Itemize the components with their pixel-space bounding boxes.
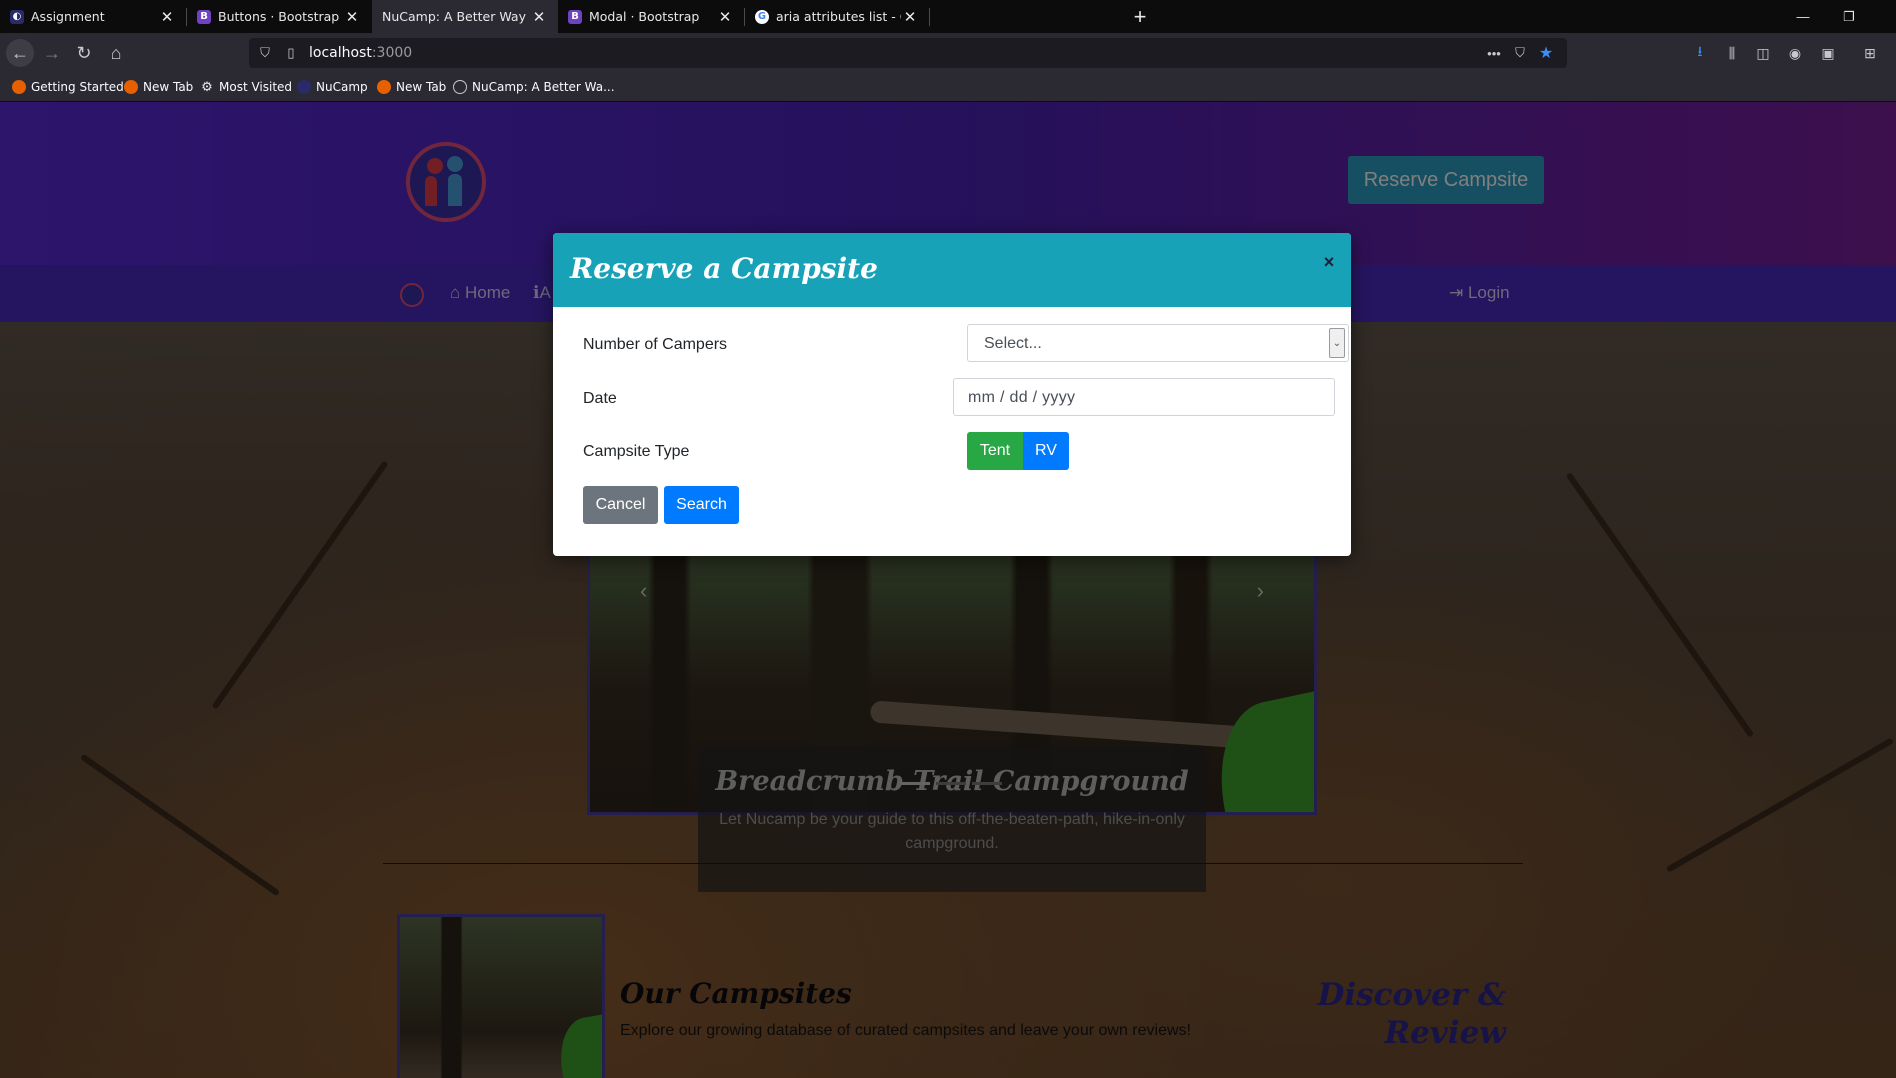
account-icon[interactable]: ▣ (1818, 43, 1838, 63)
restore-icon[interactable]: ❐ (1826, 0, 1872, 33)
date-label: Date (583, 390, 617, 407)
bookmark-label: NuCamp: A Better Wa... (472, 80, 615, 94)
bookmark-label: Getting Started (31, 80, 124, 94)
extensions-menu-icon[interactable]: ⊞ (1860, 43, 1880, 63)
bookmark-label: Most Visited (219, 80, 293, 94)
bookmark-new-tab-2[interactable]: New Tab (377, 80, 446, 94)
tab-modal-bootstrap[interactable]: B Modal · Bootstrap ✕ (558, 0, 744, 33)
more-actions-icon[interactable]: ••• (1486, 45, 1502, 61)
cancel-button[interactable]: Cancel (583, 486, 658, 524)
bookmark-label: New Tab (143, 80, 194, 94)
search-button[interactable]: Search (664, 486, 739, 524)
campsite-type-rv-toggle[interactable]: RV (1023, 432, 1069, 470)
close-tab-icon[interactable]: ✕ (158, 8, 176, 26)
firefox-icon (124, 80, 138, 94)
home-icon[interactable]: ⌂ (102, 39, 130, 67)
close-tab-icon[interactable]: ✕ (530, 8, 548, 26)
bookmark-star-icon[interactable]: ★ (1538, 45, 1554, 62)
nucamp-favicon-icon: ◐ (10, 9, 24, 24)
bookmark-new-tab[interactable]: New Tab (124, 80, 193, 94)
firefox-icon (12, 80, 26, 94)
tab-divider (929, 8, 930, 26)
tab-nucamp-active[interactable]: NuCamp: A Better Way To Camp ✕ (372, 0, 558, 33)
shield-icon[interactable]: ⛉ (257, 45, 273, 61)
firefox-icon (377, 80, 391, 94)
date-placeholder: mm / dd / yyyy (968, 389, 1076, 406)
bootstrap-favicon-icon: B (197, 9, 211, 24)
url-port: :3000 (371, 45, 413, 61)
forward-arrow-icon[interactable]: → (38, 39, 66, 67)
campers-select-value: Select... (984, 335, 1042, 352)
pocket-icon[interactable]: ⛉ (1512, 45, 1528, 61)
campsite-type-label: Campsite Type (583, 443, 690, 460)
close-icon[interactable]: × (1318, 251, 1340, 273)
globe-icon (453, 80, 467, 94)
tab-title: Assignment (31, 9, 105, 24)
tab-title: Modal · Bootstrap (589, 9, 700, 24)
url-text[interactable]: localhost:3000 (309, 45, 412, 61)
library-icon[interactable]: ⫼ (1722, 43, 1742, 63)
close-tab-icon[interactable]: ✕ (901, 8, 919, 26)
web-page: Reserve Campsite ⌂ Home ℹA ⇥ Login ‹ › B… (0, 102, 1896, 1078)
new-tab-button[interactable]: + (1127, 0, 1153, 33)
campers-select[interactable]: Select... ⌄ (967, 324, 1349, 362)
tab-title: NuCamp: A Better Way To Camp (382, 9, 530, 24)
tab-title: aria attributes list - Google Sear (776, 9, 901, 24)
date-input[interactable]: mm / dd / yyyy (953, 378, 1335, 416)
tab-title: Buttons · Bootstrap (218, 9, 340, 24)
nucamp-icon (297, 80, 311, 94)
bootstrap-favicon-icon: B (568, 9, 582, 24)
minimize-icon[interactable]: — (1780, 0, 1826, 33)
address-bar[interactable]: ⛉ ▯ localhost:3000 ••• ⛉ ★ (249, 38, 1567, 68)
chevron-down-icon: ⌄ (1329, 328, 1345, 358)
close-tab-icon[interactable]: ✕ (343, 8, 361, 26)
tab-assignment[interactable]: ◐ Assignment ✕ (0, 0, 186, 33)
bookmark-label: New Tab (396, 80, 447, 94)
reserve-campsite-modal: Reserve a Campsite × Number of Campers S… (553, 233, 1351, 556)
campsite-type-tent-toggle[interactable]: Tent (967, 432, 1023, 470)
download-icon[interactable]: ⭳ (1690, 43, 1710, 63)
tab-buttons-bootstrap[interactable]: B Buttons · Bootstrap ✕ (187, 0, 371, 33)
extension-icon[interactable]: ◉ (1785, 43, 1805, 63)
sidebar-icon[interactable]: ◫ (1753, 43, 1773, 63)
bookmark-label: NuCamp (316, 80, 368, 94)
bookmark-nucamp[interactable]: NuCamp (297, 80, 368, 94)
page-info-icon[interactable]: ▯ (283, 45, 299, 61)
bookmarks-toolbar: Getting Started New Tab ⚙ Most Visited Nu… (0, 73, 1896, 102)
url-host: localhost (309, 45, 372, 61)
browser-nav-bar: ← → ↻ ⌂ ⛉ ▯ localhost:3000 ••• ⛉ ★ ⭳ ⫼ ◫… (0, 33, 1896, 73)
back-arrow-icon[interactable]: ← (6, 39, 34, 67)
campers-label: Number of Campers (583, 336, 728, 353)
close-tab-icon[interactable]: ✕ (716, 8, 734, 26)
gear-icon: ⚙ (201, 79, 213, 95)
modal-title: Reserve a Campsite (570, 252, 878, 285)
modal-header: Reserve a Campsite × (553, 233, 1351, 307)
google-favicon-icon: G (755, 9, 769, 24)
bookmark-getting-started[interactable]: Getting Started (12, 80, 124, 94)
browser-tab-bar: ◐ Assignment ✕ B Buttons · Bootstrap ✕ N… (0, 0, 1896, 33)
reload-icon[interactable]: ↻ (70, 39, 98, 67)
bookmark-nucamp-better-way[interactable]: NuCamp: A Better Wa... (453, 80, 615, 94)
bookmark-most-visited[interactable]: ⚙ Most Visited (200, 79, 293, 95)
tab-google-search[interactable]: G aria attributes list - Google Sear ✕ (745, 0, 929, 33)
